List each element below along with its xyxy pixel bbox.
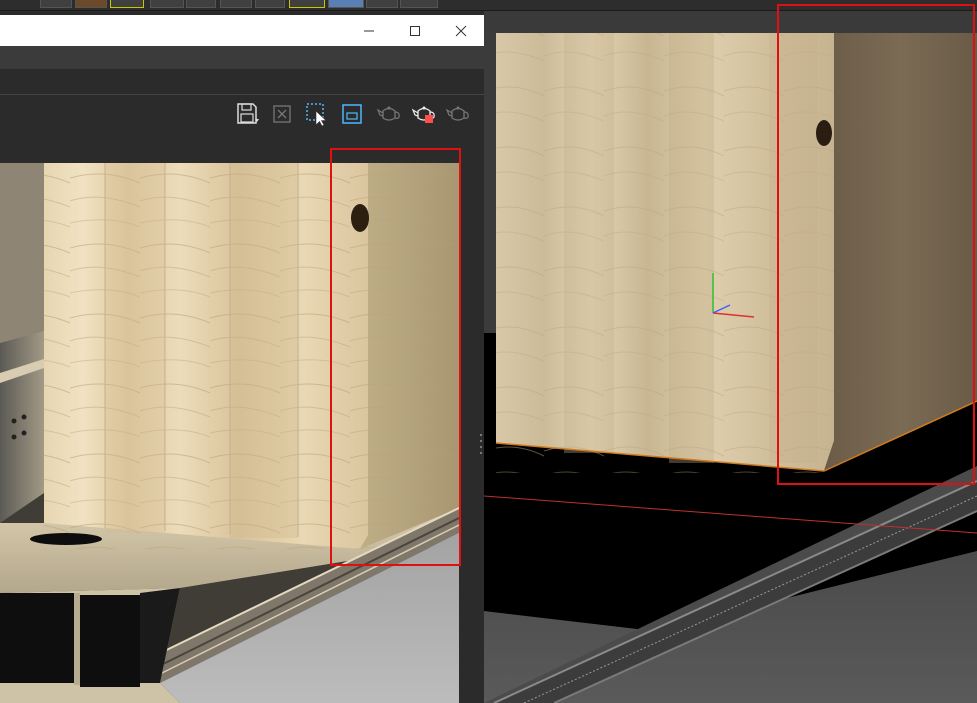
cube-icon[interactable]: [75, 0, 107, 8]
move-icon[interactable]: [150, 0, 184, 8]
select-icon[interactable]: [110, 0, 144, 8]
region-render-button[interactable]: [302, 100, 332, 128]
teapot-icon: [376, 106, 400, 121]
clear-image-button[interactable]: [267, 100, 297, 128]
gear-icon[interactable]: [40, 0, 72, 8]
host-toolbar: [0, 0, 977, 11]
region-select-icon: [306, 103, 327, 127]
rendered-image[interactable]: [0, 163, 459, 703]
view-icon[interactable]: [366, 0, 398, 8]
menu-bar[interactable]: [0, 46, 484, 70]
maximize-icon: [410, 25, 420, 36]
save-image-button[interactable]: [233, 100, 263, 128]
minimize-button[interactable]: [346, 15, 392, 46]
screen: [0, 0, 977, 703]
close-icon: [455, 25, 467, 36]
frame-icon: [342, 104, 362, 124]
perspective-viewport[interactable]: [484, 11, 977, 703]
clear-icon: [273, 105, 291, 123]
teapot-icon: [445, 106, 469, 121]
close-button[interactable]: [438, 15, 484, 46]
render-scene: [0, 163, 459, 703]
track-mouse-button[interactable]: [337, 100, 367, 128]
render-last-button[interactable]: [443, 100, 473, 128]
render-stop-button[interactable]: [409, 100, 439, 128]
layout-icon[interactable]: [328, 0, 364, 8]
minimize-icon: [364, 30, 374, 31]
rotate-icon[interactable]: [186, 0, 216, 8]
viewport-scene: [484, 33, 977, 703]
teapot-stop-icon: [411, 106, 435, 123]
maximize-button[interactable]: [392, 15, 438, 46]
link-icon[interactable]: [255, 0, 285, 8]
save-icon: [237, 103, 259, 124]
frame-buffer-toolbar: [0, 94, 484, 133]
render-icon[interactable]: [400, 0, 438, 8]
window-titlebar[interactable]: [0, 15, 484, 46]
frame-buffer-window: [0, 15, 484, 703]
camera-icon[interactable]: [289, 0, 325, 8]
panel-splitter[interactable]: [478, 430, 484, 460]
light-icon[interactable]: [220, 0, 252, 8]
render-interactive-button[interactable]: [374, 100, 404, 128]
